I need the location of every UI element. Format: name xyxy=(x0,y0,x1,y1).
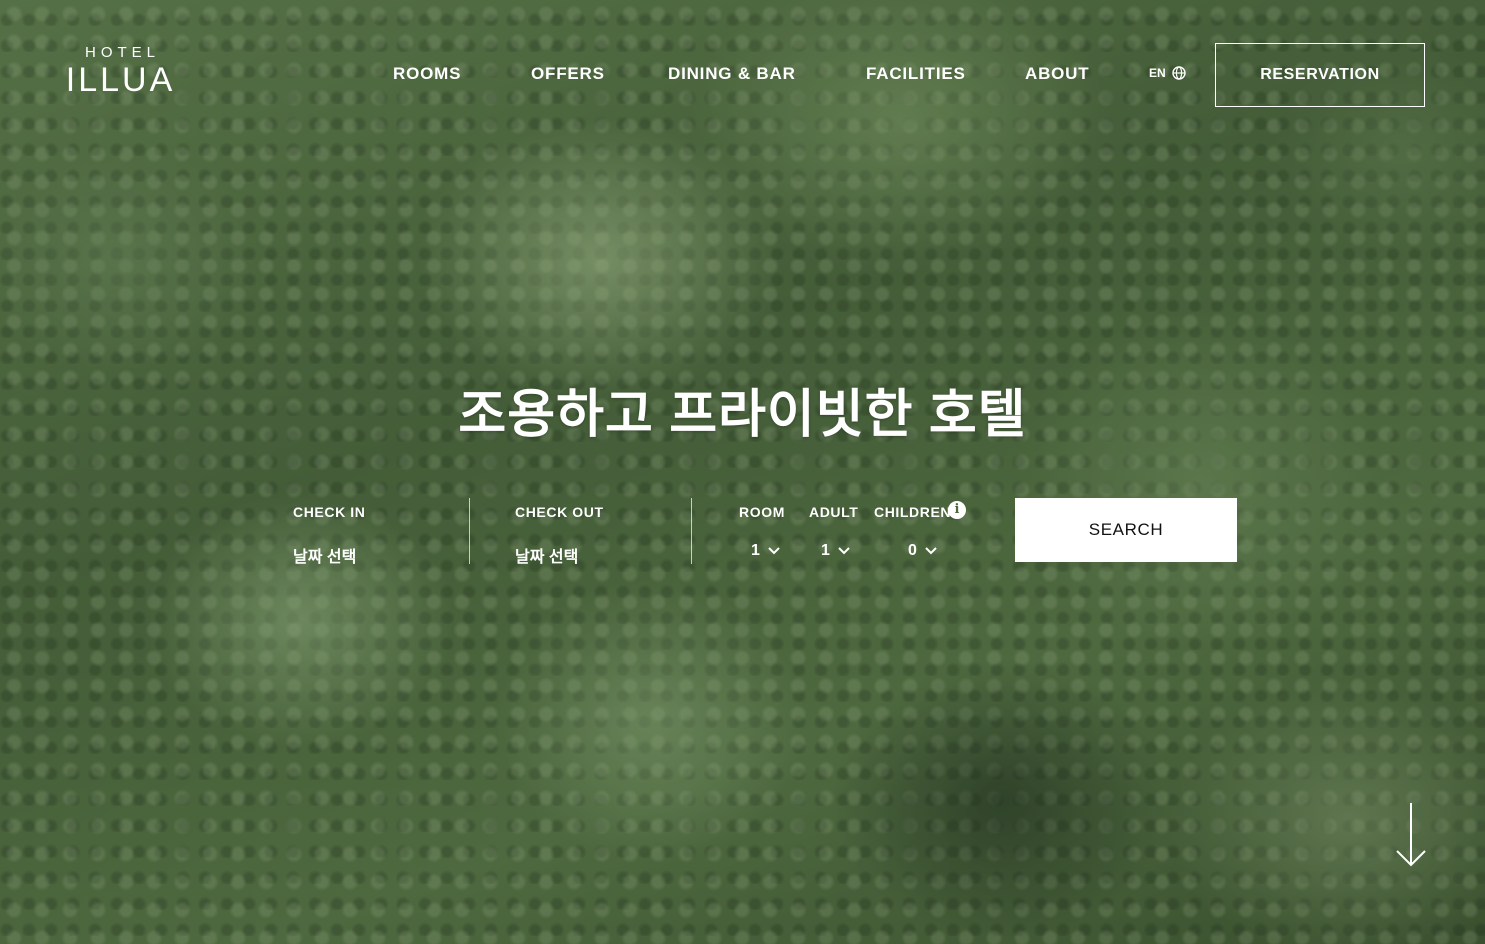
check-in-label: CHECK IN xyxy=(293,504,366,520)
globe-icon xyxy=(1171,66,1186,80)
check-in-date-picker[interactable]: 날짜 선택 xyxy=(293,543,356,567)
chevron-down-icon xyxy=(768,547,780,555)
language-selector[interactable]: EN xyxy=(1149,66,1186,80)
nav-item-rooms[interactable]: ROOMS xyxy=(393,64,461,84)
scroll-down-button[interactable] xyxy=(1394,802,1428,873)
hotel-logo[interactable]: HOTEL ILLUA xyxy=(58,44,183,98)
children-value: 0 xyxy=(908,542,917,559)
hero-title: 조용하고 프라이빗한 호텔 xyxy=(458,386,1027,444)
arrow-down-icon xyxy=(1396,803,1426,867)
adult-value: 1 xyxy=(821,542,830,559)
divider xyxy=(691,498,692,564)
nav-item-offers[interactable]: OFFERS xyxy=(531,64,605,84)
reservation-button[interactable]: RESERVATION xyxy=(1215,43,1425,107)
room-label: ROOM xyxy=(739,504,785,520)
info-icon[interactable]: i xyxy=(948,501,966,519)
adult-label: ADULT xyxy=(809,504,859,520)
nav-item-about[interactable]: ABOUT xyxy=(1025,64,1089,84)
hero-background xyxy=(0,0,1485,944)
check-out-date-picker[interactable]: 날짜 선택 xyxy=(515,543,578,567)
room-select[interactable]: 1 xyxy=(751,542,780,560)
nav-item-dining-bar[interactable]: DINING & BAR xyxy=(668,64,796,84)
logo-subtitle: HOTEL xyxy=(84,44,160,61)
language-label: EN xyxy=(1149,66,1166,80)
chevron-down-icon xyxy=(925,547,937,555)
search-button[interactable]: SEARCH xyxy=(1015,498,1237,562)
children-label: CHILDREN xyxy=(874,504,952,520)
adult-select[interactable]: 1 xyxy=(821,542,850,560)
check-out-label: CHECK OUT xyxy=(515,504,604,520)
divider xyxy=(469,498,470,564)
nav-item-facilities[interactable]: FACILITIES xyxy=(866,64,966,84)
chevron-down-icon xyxy=(838,547,850,555)
room-value: 1 xyxy=(751,542,760,559)
children-select[interactable]: 0 xyxy=(908,542,937,560)
logo-name: ILLUA xyxy=(65,61,176,99)
